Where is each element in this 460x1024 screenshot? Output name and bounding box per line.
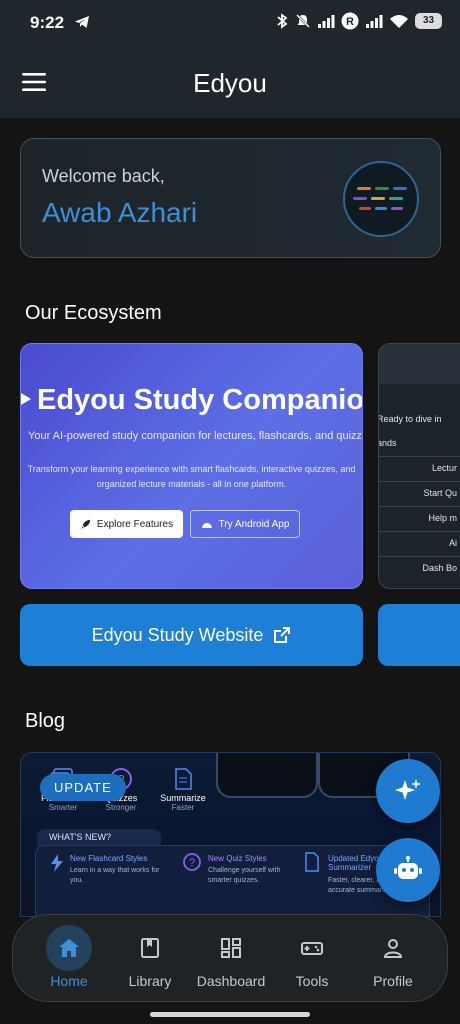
android-icon [201,523,212,528]
person-icon [383,939,403,958]
home-icon [59,939,79,957]
bluetooth-icon [277,13,288,29]
card-menu-item: Dash Bo [379,556,460,578]
secondary-website-button[interactable] [378,604,460,666]
document-icon [305,852,319,872]
nav-label: Dashboard [196,973,266,989]
ai-sparkle-icon [395,779,421,800]
blog-feature-label: Summarize [160,793,206,803]
blog-item-title: New Flashcard Styles [70,854,148,863]
explore-features-button[interactable]: Explore Features [70,510,183,538]
nav-item-home[interactable]: Home [29,925,109,993]
explore-features-label: Explore Features [96,518,174,530]
blog-item-text: Learn in a way that works for you. [70,867,160,884]
blog-feature-sub: Faster [171,803,195,812]
card-menu-item: Start Qu [379,481,460,503]
chatbot-icon [394,856,422,879]
welcome-card: Welcome back, Awab Azhari [20,138,441,258]
telegram-icon [75,16,89,28]
card-menu-item: Ai [379,531,460,553]
card-menu-item: Lectur [379,456,460,478]
welcome-label: Welcome back, [42,166,165,186]
arrow-icon [21,393,31,405]
user-name: Awab Azhari [42,197,198,228]
welcome-illustration [343,161,419,237]
try-android-app-label: Try Android App [218,518,290,530]
nav-item-tools[interactable]: Tools [272,925,352,993]
open-external-icon [274,627,291,643]
svg-text:?: ? [189,857,195,869]
nav-item-library[interactable]: Library [110,925,190,993]
blog-item-text: Challenge yourself with smarter quizzes. [208,867,281,884]
status-time: 9:22 [30,13,65,32]
nav-item-profile[interactable]: Profile [353,925,433,993]
blog-feature-summarize: Summarize Faster [153,767,213,812]
card-intro-text: Ready to dive in [378,414,442,424]
website-button-label: Edyou Study Website [91,624,264,645]
status-bar: 9:22 R 33 [0,0,460,46]
wifi-icon [390,15,408,28]
whats-new-panel: New Flashcard Styles Learn in a way that… [35,845,430,916]
status-icons: R 33 [275,12,442,30]
ecosystem-card-secondary[interactable]: Ready to dive in ands Lectur Start Qu He… [378,343,460,589]
ecosystem-card-description: Transform your learning experience with … [27,464,356,489]
chatbot-button[interactable] [376,838,440,902]
r-badge-icon: R [341,12,359,30]
website-button[interactable]: Edyou Study Website [20,604,363,666]
mute-icon [296,14,310,28]
card-menu-item: Help m [379,506,460,528]
section-title-ecosystem: Our Ecosystem [25,302,162,324]
blog-feature-sub: Stronger [105,803,137,812]
battery-icon: 33 [415,13,442,29]
tools-icon [301,942,323,955]
app-bar: Edyou [0,46,460,118]
signal-icon [366,15,383,28]
card-header [379,344,460,384]
quiz-icon: ? [183,853,201,871]
ecosystem-card-title: Edyou Study Companion [37,384,363,416]
ecosystem-card-study-companion[interactable]: Edyou Study Companion Your AI-powered st… [20,343,363,589]
nav-label: Library [128,973,172,989]
dashboard-icon [221,938,241,958]
ai-assistant-button[interactable] [376,759,440,823]
book-icon [141,938,159,958]
bottom-navigation: Home Library Dashboard Tools Profile [12,914,448,1002]
blog-feature-sub: Smarter [48,803,78,812]
card-intro-subtext: ands [378,438,397,448]
nav-label: Profile [373,973,413,989]
try-android-app-button[interactable]: Try Android App [190,510,300,538]
ecosystem-card-subtitle: Your AI-powered study companion for lect… [28,430,363,442]
section-title-blog: Blog [25,710,66,732]
app-title: Edyou [193,68,267,98]
lightning-icon [51,854,63,872]
nav-label: Home [50,973,88,989]
nav-item-dashboard[interactable]: Dashboard [191,925,271,993]
home-indicator [150,1012,310,1017]
signal-icon [318,15,335,28]
document-icon [175,768,192,790]
nav-label: Tools [295,973,329,989]
rocket-icon [80,519,91,529]
svg-text:R: R [346,16,354,28]
update-badge: UPDATE [40,774,126,801]
blog-item-title: New Quiz Styles [208,854,267,863]
